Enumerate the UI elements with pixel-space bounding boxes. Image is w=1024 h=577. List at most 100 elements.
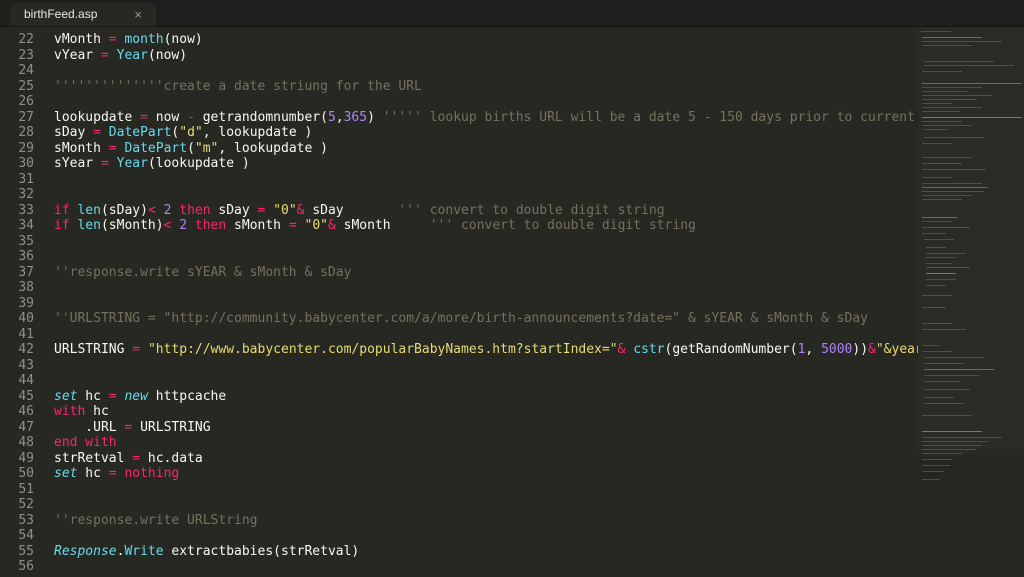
code-token: "0": [273, 202, 297, 218]
code-line: lookupdate = now - getrandomnumber(5,365…: [54, 110, 954, 126]
minimap-line: [922, 117, 1022, 118]
tab-close-icon[interactable]: ×: [134, 3, 142, 26]
code-token: end with: [54, 435, 117, 450]
minimap-line: [922, 351, 952, 352]
code-token: 5: [327, 109, 336, 125]
code-token: sDay: [54, 125, 94, 140]
code-line: if len(sMonth)< 2 then sMonth = "0"& sMo…: [54, 218, 696, 234]
minimap-line: [922, 157, 972, 158]
line-number: 27: [18, 109, 34, 125]
code-token: Year: [116, 47, 148, 63]
code-token: set: [54, 388, 78, 404]
minimap-line: [922, 183, 982, 184]
line-number: 38: [18, 280, 34, 295]
code-token: &: [327, 218, 336, 233]
code-token: Write: [124, 543, 164, 559]
code-token: cstr: [633, 342, 665, 357]
minimap-line: [922, 71, 962, 72]
minimap-line: [922, 465, 950, 466]
tab-birthfeed[interactable]: birthFeed.asp ×: [10, 3, 156, 26]
code-line: strRetval = hc.data: [54, 451, 203, 467]
minimap[interactable]: [918, 27, 1024, 577]
code-editor[interactable]: vMonth = month(now) vYear = Year(now) ''''…: [54, 27, 970, 577]
minimap-line: [922, 453, 962, 454]
minimap-line: [924, 357, 984, 358]
line-number: 32: [18, 187, 34, 202]
minimap-line: [922, 449, 976, 450]
code-line: URLSTRING = "http://www.babycenter.com/p…: [54, 342, 970, 358]
minimap-line: [924, 369, 994, 370]
minimap-line: [924, 239, 954, 240]
minimap-line: [926, 279, 956, 280]
minimap-line: [922, 143, 952, 144]
code-token: "http://www.babycenter.com/popularBabyNa…: [147, 342, 618, 357]
code-token: ''''' lookup births URL will be a date 5…: [382, 109, 955, 125]
code-token: (sMonth): [100, 218, 164, 233]
code-token: ): [367, 109, 383, 125]
code-line: sYear = Year(lookupdate ): [54, 156, 250, 172]
code-token: DatePart: [108, 125, 172, 140]
minimap-line: [922, 177, 952, 178]
minimap-line: [926, 267, 970, 268]
code-token: (lookupdate ): [147, 156, 250, 171]
code-token: then: [194, 218, 227, 233]
code-token: URLSTRING: [132, 419, 211, 435]
code-token: <: [147, 202, 156, 218]
minimap-line: [922, 195, 972, 196]
minimap-line: [922, 107, 982, 108]
code-line: ''response.write sYEAR & sMonth & sDay: [54, 265, 351, 281]
line-number: 25: [18, 78, 34, 94]
code-token: =: [140, 109, 148, 125]
minimap-line: [922, 121, 962, 122]
line-number: 52: [18, 497, 34, 512]
code-token: =: [100, 156, 109, 171]
line-number: 49: [18, 450, 34, 466]
minimap-line: [922, 445, 982, 446]
code-token: =: [108, 32, 117, 47]
minimap-line: [926, 285, 946, 286]
minimap-line: [926, 247, 946, 248]
minimap-line: [922, 221, 952, 222]
minimap-line: [922, 227, 970, 228]
code-token: "m": [194, 140, 219, 156]
minimap-line: [924, 363, 964, 364]
code-token: =: [93, 125, 101, 140]
code-token: sMonth: [335, 218, 430, 233]
code-token: strRetval: [54, 450, 133, 466]
line-number: 36: [18, 249, 34, 264]
minimap-line: [922, 415, 972, 416]
line-number: 54: [18, 528, 34, 543]
code-token: (: [187, 140, 195, 156]
tab-bar: birthFeed.asp ×: [0, 0, 1024, 27]
minimap-line: [922, 191, 984, 192]
code-token: =: [132, 342, 141, 357]
code-token: new: [124, 388, 148, 404]
line-number: 45: [18, 388, 34, 404]
code-token: , lookupdate ): [202, 125, 313, 140]
code-token: sYear: [54, 156, 101, 171]
minimap-line: [922, 83, 1022, 84]
minimap-line: [922, 37, 982, 38]
code-token: (getRandomNumber(: [664, 342, 798, 357]
minimap-line: [922, 95, 992, 96]
line-number: 28: [18, 125, 34, 140]
line-number: 56: [18, 559, 34, 574]
code-token: len: [77, 218, 101, 233]
code-token: hc.data: [140, 450, 203, 466]
minimap-line: [922, 295, 952, 296]
code-token: .URL: [54, 419, 125, 435]
minimap-line: [922, 187, 988, 188]
code-token: 365: [343, 109, 368, 125]
minimap-line: [924, 375, 980, 376]
code-token: ,: [805, 342, 822, 357]
minimap-line: [922, 41, 1002, 42]
line-number: 46: [18, 404, 34, 419]
line-number: 40: [18, 311, 34, 326]
code-token: vYear: [54, 47, 101, 63]
code-token: now: [147, 109, 188, 125]
code-line: ''response.write URLString: [54, 513, 258, 529]
code-line: set hc = new httpcache: [54, 389, 226, 405]
code-token: =: [108, 466, 117, 481]
